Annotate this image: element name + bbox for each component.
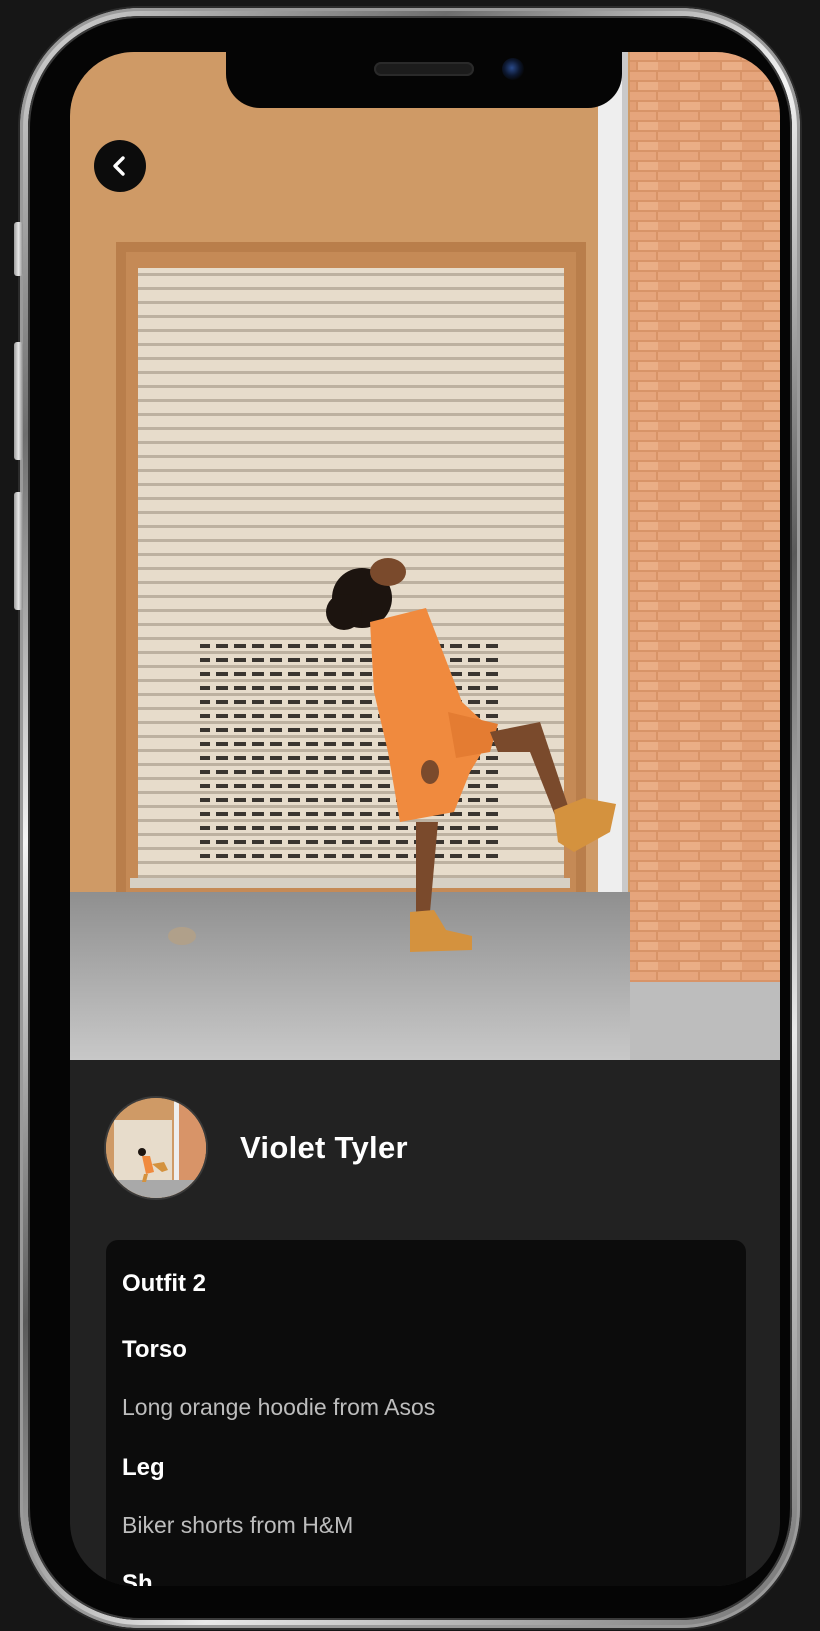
hero-photo: [70, 52, 780, 1060]
app-stage: Violet Tyler Outfit 2 Torso Long orange …: [0, 0, 820, 1631]
shoes-heading: Sh: [122, 1570, 153, 1586]
volume-down-button: [14, 492, 23, 610]
phone-screen: Violet Tyler Outfit 2 Torso Long orange …: [70, 52, 780, 1586]
profile-row[interactable]: Violet Tyler: [106, 1098, 408, 1198]
profile-name: Violet Tyler: [240, 1130, 408, 1165]
avatar-image: [106, 1098, 206, 1198]
leg-value: Biker shorts from H&M: [122, 1512, 354, 1538]
torso-value: Long orange hoodie from Asos: [122, 1394, 436, 1420]
speaker-grille: [374, 62, 474, 76]
phone-notch: [226, 52, 622, 108]
mute-switch: [14, 222, 23, 276]
leg-heading: Leg: [122, 1454, 165, 1481]
hero-photo-illustration: [70, 52, 780, 1060]
torso-heading: Torso: [122, 1336, 187, 1363]
outfit-title: Outfit 2: [122, 1270, 206, 1297]
front-camera: [502, 58, 524, 80]
volume-up-button: [14, 342, 23, 460]
back-button[interactable]: [94, 140, 146, 192]
outfit-card: Outfit 2 Torso Long orange hoodie from A…: [106, 1240, 746, 1586]
chevron-left-icon: [113, 156, 125, 176]
avatar[interactable]: [106, 1098, 206, 1198]
